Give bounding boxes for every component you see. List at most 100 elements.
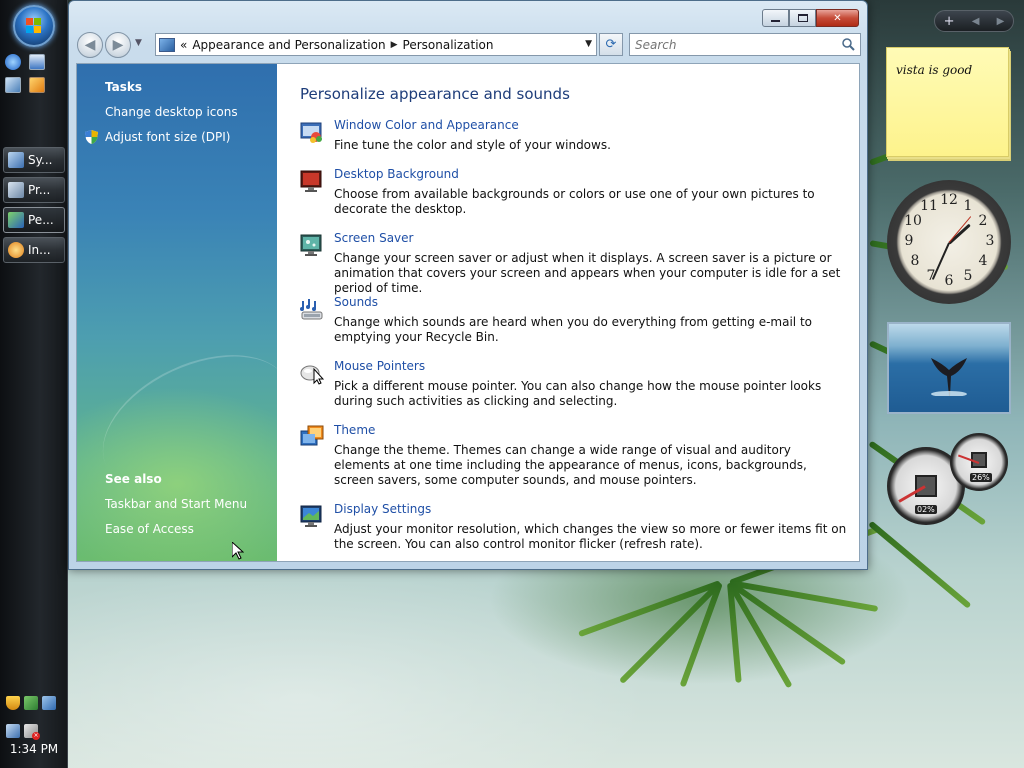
sounds-link[interactable]: Sounds	[334, 295, 378, 309]
cpu-chip-icon	[915, 475, 937, 497]
see-also-heading: See also	[105, 472, 162, 486]
theme-link[interactable]: Theme	[334, 423, 375, 437]
refresh-button[interactable]: ⟳	[599, 33, 623, 56]
volume-muted-icon[interactable]: ×	[24, 724, 40, 740]
clock-numeral: 9	[904, 233, 914, 249]
previous-gadget-icon[interactable]: ◀	[972, 16, 980, 27]
display-settings-link[interactable]: Display Settings	[334, 502, 431, 516]
display-settings-icon	[300, 505, 322, 527]
clock-numeral: 3	[985, 233, 995, 249]
desktop-background-icon	[300, 170, 322, 192]
taskbar: Sy... Pr... Pe... In... × 1:34 PM	[0, 0, 68, 768]
uac-shield-icon	[85, 130, 98, 144]
clock-numeral: 4	[978, 253, 988, 269]
search-icon[interactable]	[842, 38, 855, 51]
breadcrumb-personalization[interactable]: Personalization	[403, 38, 494, 52]
clock-numeral: 2	[978, 213, 988, 229]
switch-windows-icon[interactable]	[5, 77, 21, 93]
recent-pages-dropdown[interactable]: ▼	[135, 38, 142, 48]
maximize-icon	[797, 14, 808, 22]
content-area: Tasks Change desktop icons Adjust font s…	[76, 63, 860, 562]
address-overflow[interactable]: «	[180, 38, 187, 52]
caption-buttons: ✕	[762, 9, 859, 27]
security-shield-icon[interactable]	[6, 696, 20, 710]
clock-second-hand	[948, 216, 972, 243]
see-also-taskbar-start-menu[interactable]: Taskbar and Start Menu	[105, 497, 247, 511]
mouse-cursor-icon	[232, 542, 244, 560]
navigation-bar: ◀ ▶ ▼ « Appearance and Personalization ▶…	[77, 32, 861, 58]
memory-meter-gadget[interactable]: 26%	[950, 433, 1008, 491]
clock-numeral: 8	[910, 253, 920, 269]
main-pane: Personalize appearance and sounds Window…	[277, 64, 859, 561]
show-desktop-icon[interactable]	[29, 54, 45, 70]
clock-gadget[interactable]: 12 1 2 3 4 5 6 7 8 9 10 11	[887, 180, 1011, 304]
address-dropdown-icon[interactable]: ▼	[585, 39, 592, 49]
clock-numeral: 12	[940, 192, 958, 208]
clock-numeral: 11	[920, 198, 938, 214]
screen-saver-icon	[300, 234, 322, 256]
search-input[interactable]	[635, 37, 835, 52]
memory-meter-value: 26%	[970, 473, 992, 482]
forward-button[interactable]: ▶	[105, 32, 131, 58]
window-color-description: Fine tune the color and style of your wi…	[334, 138, 611, 152]
next-gadget-icon[interactable]: ▶	[997, 16, 1005, 27]
clock-hour-hand	[947, 223, 971, 245]
clock-numeral: 7	[926, 268, 936, 284]
sounds-icon	[300, 299, 323, 320]
whale-tail-image	[931, 358, 967, 396]
mouse-pointers-link[interactable]: Mouse Pointers	[334, 359, 425, 373]
search-box[interactable]	[629, 33, 861, 56]
network-check-icon[interactable]	[24, 696, 38, 710]
clock-numeral: 6	[944, 273, 954, 289]
media-player-icon[interactable]	[29, 77, 45, 93]
taskbar-button-label: In...	[28, 243, 51, 257]
mouse-pointers-description: Pick a different mouse pointer. You can …	[334, 379, 822, 408]
taskbar-button-personalization[interactable]: Pe...	[3, 207, 65, 233]
display-settings-description: Adjust your monitor resolution, which ch…	[334, 522, 847, 551]
taskbar-button-system[interactable]: Sy...	[3, 147, 65, 173]
taskbar-button-label: Pr...	[28, 183, 51, 197]
start-button[interactable]	[13, 5, 55, 47]
clock-numeral: 5	[963, 268, 973, 284]
internet-explorer-icon[interactable]	[5, 54, 21, 70]
taskbar-button-program[interactable]: Pr...	[3, 177, 65, 203]
clock-numeral: 1	[963, 198, 973, 214]
back-button[interactable]: ◀	[77, 32, 103, 58]
personalization-window: ✕ ◀ ▶ ▼ « Appearance and Personalization…	[68, 0, 868, 570]
add-gadget-icon[interactable]: +	[944, 14, 955, 29]
task-adjust-font-size[interactable]: Adjust font size (DPI)	[105, 130, 230, 144]
theme-icon	[300, 425, 324, 446]
back-arrow-icon: ◀	[84, 37, 96, 53]
sidebar-tray-icon[interactable]	[42, 696, 56, 710]
sticky-note-text[interactable]: vista is good	[896, 63, 972, 77]
close-button[interactable]: ✕	[816, 9, 859, 27]
taskbar-button-internet[interactable]: In...	[3, 237, 65, 263]
network-icon[interactable]	[6, 724, 20, 738]
breadcrumb-separator-icon[interactable]: ▶	[391, 40, 398, 50]
desktop-background-description: Choose from available backgrounds or col…	[334, 187, 815, 216]
palm-decoration	[530, 525, 930, 689]
personalization-icon	[8, 212, 24, 228]
cpu-meter-value: 02%	[915, 505, 937, 514]
task-change-desktop-icons[interactable]: Change desktop icons	[105, 105, 238, 119]
screen-saver-link[interactable]: Screen Saver	[334, 231, 413, 245]
sticky-note-gadget[interactable]: vista is good	[886, 47, 1009, 157]
slideshow-gadget[interactable]	[887, 322, 1011, 414]
window-color-link[interactable]: Window Color and Appearance	[334, 118, 519, 132]
refresh-icon: ⟳	[605, 37, 617, 52]
tasks-heading: Tasks	[105, 80, 143, 94]
screen-saver-description: Change your screen saver or adjust when …	[334, 251, 841, 295]
page-title: Personalize appearance and sounds	[300, 85, 570, 103]
close-icon: ✕	[833, 12, 842, 24]
taskbar-clock[interactable]: 1:34 PM	[0, 742, 68, 756]
minimize-button[interactable]	[762, 9, 789, 27]
desktop-background-link[interactable]: Desktop Background	[334, 167, 459, 181]
tasks-pane: Tasks Change desktop icons Adjust font s…	[77, 64, 313, 561]
maximize-button[interactable]	[789, 9, 816, 27]
taskbar-button-label: Sy...	[28, 153, 53, 167]
breadcrumb-appearance[interactable]: Appearance and Personalization	[192, 38, 385, 52]
address-bar[interactable]: « Appearance and Personalization ▶ Perso…	[155, 33, 597, 56]
system-icon	[8, 152, 24, 168]
program-icon	[8, 182, 24, 198]
see-also-ease-of-access[interactable]: Ease of Access	[105, 522, 194, 536]
